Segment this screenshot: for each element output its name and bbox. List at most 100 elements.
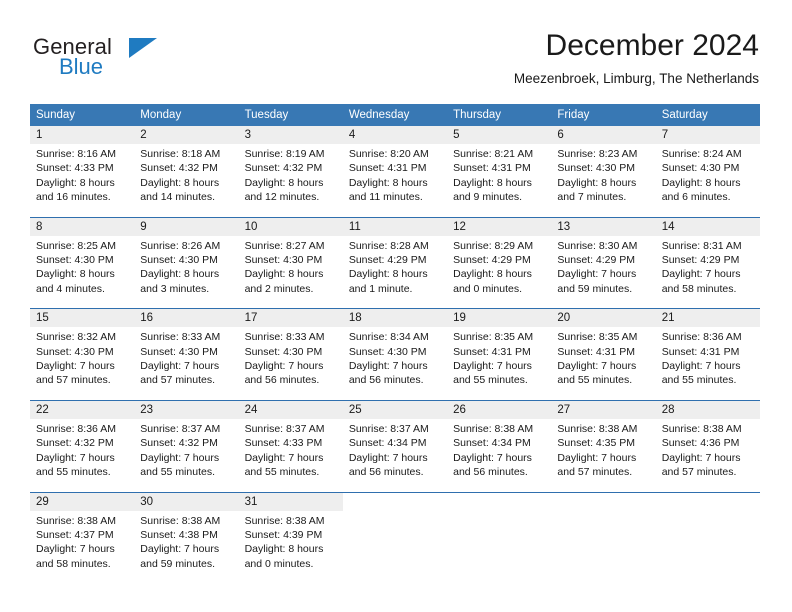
calendar-page: General Blue December 2024 Meezenbroek, … (0, 0, 792, 612)
sunset-text: Sunset: 4:29 PM (661, 254, 740, 267)
daylight-text-line1: Daylight: 7 hours (244, 451, 324, 464)
daylight-text-line1: Daylight: 7 hours (557, 451, 637, 464)
daylight-text-line2: and 4 minutes. (36, 282, 105, 295)
sunrise-text: Sunrise: 8:31 AM (661, 239, 742, 252)
daylight-text-line1: Daylight: 7 hours (348, 451, 428, 464)
day-number[interactable]: 10 (238, 216, 343, 236)
day-number[interactable]: 3 (238, 126, 343, 144)
sunset-text: Sunset: 4:32 PM (140, 162, 218, 175)
day-number[interactable]: 6 (551, 126, 656, 144)
day-number[interactable]: 24 (238, 399, 343, 419)
day-number[interactable]: 20 (551, 308, 656, 328)
day-number[interactable]: 12 (447, 216, 552, 236)
day-number[interactable]: 22 (30, 399, 135, 419)
day-cell[interactable]: Sunrise: 8:36 AM Sunset: 4:31 PM Dayligh… (655, 327, 760, 401)
day-cell[interactable]: Sunrise: 8:38 AM Sunset: 4:38 PM Dayligh… (134, 510, 239, 584)
day-number[interactable]: 8 (30, 216, 135, 236)
sunrise-text: Sunrise: 8:38 AM (661, 422, 742, 435)
day-number[interactable]: 25 (342, 399, 448, 419)
daylight-text-line2: and 58 minutes. (36, 557, 111, 570)
day-number[interactable]: 27 (551, 399, 656, 419)
day-cell[interactable]: Sunrise: 8:28 AM Sunset: 4:29 PM Dayligh… (342, 235, 448, 309)
calendar-header-row: Sunday Monday Tuesday Wednesday Thursday… (30, 104, 760, 126)
day-cell[interactable]: Sunrise: 8:31 AM Sunset: 4:29 PM Dayligh… (655, 235, 760, 309)
sunrise-text: Sunrise: 8:18 AM (140, 148, 221, 160)
sunset-text: Sunset: 4:31 PM (453, 162, 531, 175)
day-cell[interactable]: Sunrise: 8:32 AM Sunset: 4:30 PM Dayligh… (30, 327, 135, 401)
day-cell[interactable]: Sunrise: 8:18 AM Sunset: 4:32 PM Dayligh… (134, 144, 239, 218)
day-number[interactable]: 19 (447, 308, 552, 328)
day-cell[interactable]: Sunrise: 8:23 AM Sunset: 4:30 PM Dayligh… (551, 144, 656, 218)
day-cell[interactable]: Sunrise: 8:35 AM Sunset: 4:31 PM Dayligh… (551, 327, 656, 401)
day-number[interactable]: 18 (342, 308, 448, 328)
week-info-row: Sunrise: 8:25 AM Sunset: 4:30 PM Dayligh… (30, 235, 760, 309)
day-number[interactable]: 29 (30, 491, 135, 511)
day-cell[interactable]: Sunrise: 8:27 AM Sunset: 4:30 PM Dayligh… (238, 235, 343, 309)
day-number[interactable]: 16 (134, 308, 239, 328)
day-number[interactable]: 15 (30, 308, 135, 328)
daylight-text-line2: and 57 minutes. (140, 374, 215, 387)
day-cell[interactable]: Sunrise: 8:26 AM Sunset: 4:30 PM Dayligh… (134, 235, 239, 309)
daylight-text-line1: Daylight: 7 hours (661, 268, 741, 281)
day-cell[interactable]: Sunrise: 8:38 AM Sunset: 4:36 PM Dayligh… (655, 418, 760, 492)
day-cell[interactable]: Sunrise: 8:36 AM Sunset: 4:32 PM Dayligh… (30, 418, 135, 492)
day-number[interactable]: 26 (447, 399, 552, 419)
day-cell[interactable]: Sunrise: 8:37 AM Sunset: 4:33 PM Dayligh… (238, 418, 343, 492)
day-number-empty (551, 491, 656, 511)
day-cell[interactable]: Sunrise: 8:34 AM Sunset: 4:30 PM Dayligh… (342, 327, 448, 401)
day-number[interactable]: 11 (342, 216, 448, 236)
day-cell[interactable]: Sunrise: 8:21 AM Sunset: 4:31 PM Dayligh… (447, 144, 552, 218)
day-cell-empty (551, 510, 656, 584)
day-cell[interactable]: Sunrise: 8:33 AM Sunset: 4:30 PM Dayligh… (238, 327, 343, 401)
sunset-text: Sunset: 4:32 PM (140, 437, 218, 450)
daylight-text-line1: Daylight: 8 hours (244, 268, 324, 281)
day-cell[interactable]: Sunrise: 8:38 AM Sunset: 4:37 PM Dayligh… (30, 510, 135, 584)
daylight-text-line2: and 55 minutes. (244, 466, 320, 479)
day-cell[interactable]: Sunrise: 8:24 AM Sunset: 4:30 PM Dayligh… (655, 144, 760, 218)
day-cell[interactable]: Sunrise: 8:38 AM Sunset: 4:39 PM Dayligh… (238, 510, 343, 584)
day-number[interactable]: 14 (655, 216, 760, 236)
day-cell[interactable]: Sunrise: 8:16 AM Sunset: 4:33 PM Dayligh… (30, 144, 135, 218)
day-number[interactable]: 17 (238, 308, 343, 328)
daylight-text-line2: and 2 minutes. (244, 282, 314, 295)
daylight-text-line2: and 7 minutes. (557, 191, 627, 204)
logo-triangle-icon (129, 38, 157, 58)
day-number[interactable]: 31 (238, 491, 343, 511)
sunset-text: Sunset: 4:30 PM (244, 345, 323, 358)
day-cell[interactable]: Sunrise: 8:38 AM Sunset: 4:34 PM Dayligh… (447, 418, 552, 492)
daylight-text-line2: and 59 minutes. (140, 557, 215, 570)
weekday-header-saturday: Saturday (655, 104, 760, 126)
daylight-text-line1: Daylight: 8 hours (244, 176, 324, 189)
day-number[interactable]: 1 (30, 126, 135, 144)
sunrise-text: Sunrise: 8:38 AM (140, 514, 221, 527)
day-number[interactable]: 9 (134, 216, 239, 236)
sunrise-text: Sunrise: 8:27 AM (244, 239, 325, 252)
day-number[interactable]: 7 (655, 126, 760, 144)
day-cell[interactable]: Sunrise: 8:20 AM Sunset: 4:31 PM Dayligh… (342, 144, 448, 218)
day-cell[interactable]: Sunrise: 8:19 AM Sunset: 4:32 PM Dayligh… (238, 144, 343, 218)
day-number[interactable]: 13 (551, 216, 656, 236)
daylight-text-line1: Daylight: 8 hours (453, 176, 532, 189)
day-cell[interactable]: Sunrise: 8:29 AM Sunset: 4:29 PM Dayligh… (447, 235, 552, 309)
day-cell-empty (447, 510, 552, 584)
day-number[interactable]: 4 (342, 126, 448, 144)
day-number[interactable]: 2 (134, 126, 239, 144)
day-cell[interactable]: Sunrise: 8:33 AM Sunset: 4:30 PM Dayligh… (134, 327, 239, 401)
sunset-text: Sunset: 4:30 PM (140, 254, 218, 267)
day-number[interactable]: 30 (134, 491, 239, 511)
sunset-text: Sunset: 4:31 PM (348, 162, 427, 175)
day-cell[interactable]: Sunrise: 8:35 AM Sunset: 4:31 PM Dayligh… (447, 327, 552, 401)
day-number[interactable]: 5 (447, 126, 552, 144)
day-cell[interactable]: Sunrise: 8:37 AM Sunset: 4:32 PM Dayligh… (134, 418, 239, 492)
day-number[interactable]: 28 (655, 399, 760, 419)
day-number[interactable]: 21 (655, 308, 760, 328)
daylight-text-line2: and 55 minutes. (140, 466, 215, 479)
sunset-text: Sunset: 4:34 PM (348, 437, 427, 450)
day-cell[interactable]: Sunrise: 8:25 AM Sunset: 4:30 PM Dayligh… (30, 235, 135, 309)
daylight-text-line2: and 14 minutes. (140, 191, 215, 204)
day-number[interactable]: 23 (134, 399, 239, 419)
day-cell[interactable]: Sunrise: 8:38 AM Sunset: 4:35 PM Dayligh… (551, 418, 656, 492)
weekday-header-sunday: Sunday (30, 104, 135, 126)
day-cell[interactable]: Sunrise: 8:37 AM Sunset: 4:34 PM Dayligh… (342, 418, 448, 492)
day-cell[interactable]: Sunrise: 8:30 AM Sunset: 4:29 PM Dayligh… (551, 235, 656, 309)
